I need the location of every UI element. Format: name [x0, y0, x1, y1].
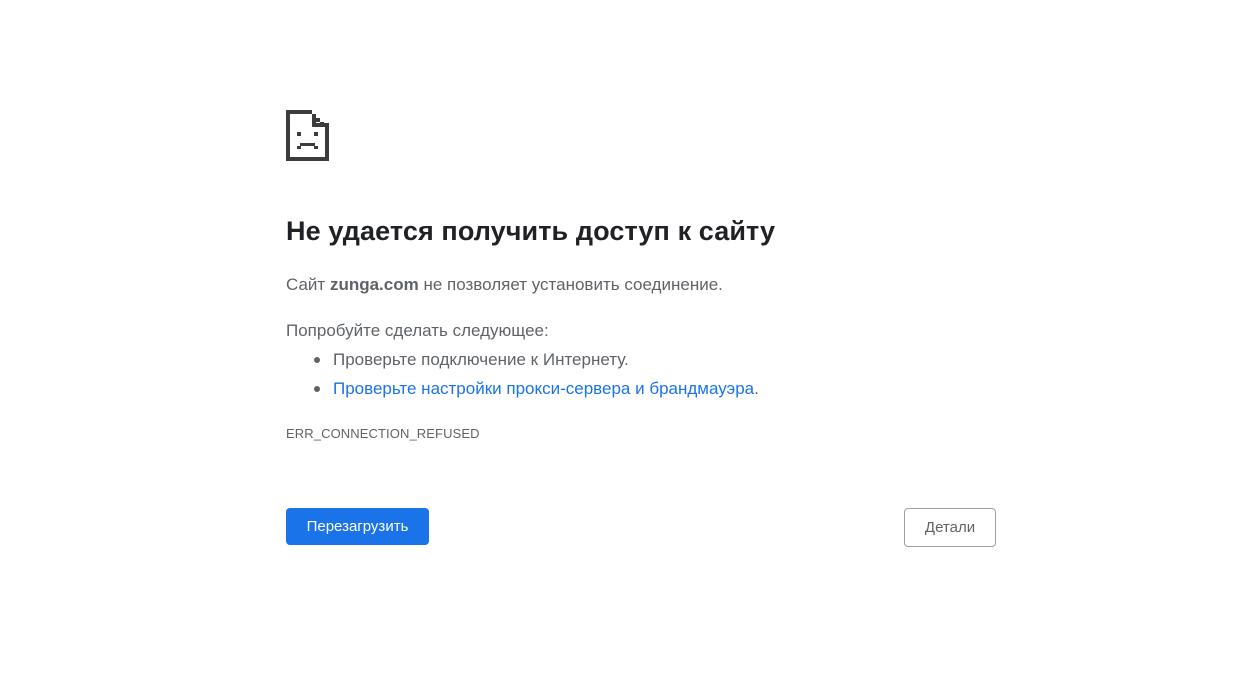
error-code: ERR_CONNECTION_REFUSED [286, 426, 480, 441]
page-title: Не удается получить доступ к сайту [286, 216, 776, 246]
suggestion-trailing-period: . [754, 379, 759, 398]
suggestions-heading: Попробуйте сделать следующее: [286, 321, 549, 340]
suggestions-list: Проверьте подключение к Интернету. Прове… [286, 348, 759, 406]
check-proxy-firewall-link[interactable]: Проверьте настройки прокси-сервера и бра… [333, 379, 754, 398]
host-name: zunga.com [329, 275, 419, 294]
description-suffix: не позволяет установить соединение. [418, 275, 723, 294]
sad-document-icon [286, 110, 329, 161]
details-button[interactable]: Детали [904, 508, 996, 547]
suggestion-check-proxy: Проверьте настройки прокси-сервера и бра… [286, 377, 759, 406]
error-page: Не удается получить доступ к сайту Сайт … [0, 0, 1249, 679]
description-prefix: Сайт [286, 275, 330, 294]
reload-button[interactable]: Перезагрузить [286, 508, 429, 545]
error-description: Сайт zunga.com не позволяет установить с… [286, 275, 723, 295]
suggestion-check-connection: Проверьте подключение к Интернету. [286, 348, 759, 377]
